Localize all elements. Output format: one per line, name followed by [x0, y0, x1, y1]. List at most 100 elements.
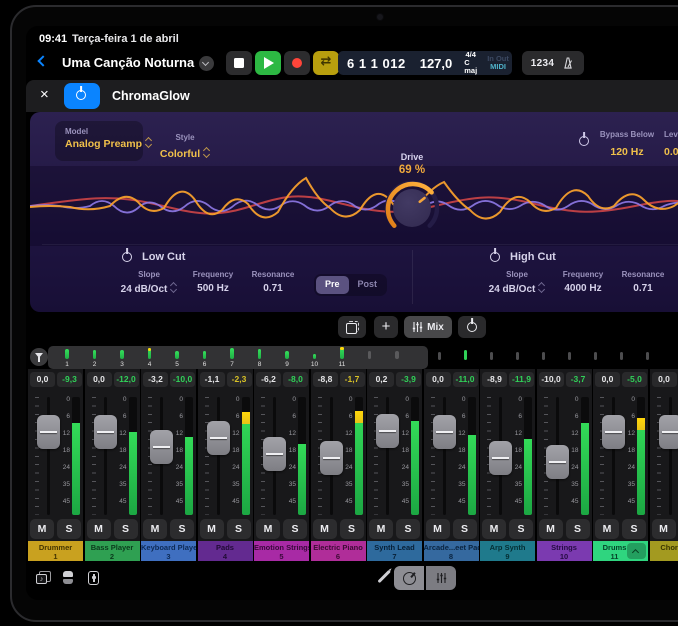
- knob-view-button[interactable]: [394, 566, 424, 590]
- volume-value[interactable]: -8,9: [482, 372, 507, 387]
- metronome-icon[interactable]: [561, 56, 575, 70]
- peak-level-value[interactable]: -8,0: [283, 372, 308, 387]
- song-title[interactable]: Uma Canção Noturna: [62, 55, 194, 70]
- fader-handle[interactable]: [489, 441, 512, 475]
- stop-button[interactable]: [226, 51, 252, 75]
- mixer-channel[interactable]: 0,0 -5,0 061218243545 M S Drums 11: [593, 369, 648, 561]
- collapse-chevron-icon[interactable]: [627, 543, 646, 559]
- channel-strip-icon[interactable]: [88, 571, 99, 585]
- mute-button[interactable]: M: [652, 519, 676, 539]
- mixer-channel[interactable]: -10,0 -3,7 061218243545 M S Strings 10: [537, 369, 592, 561]
- mixer-channel[interactable]: -8,9 -11,9 061218243545 M S Arp Synth 9: [480, 369, 535, 561]
- pencil-icon[interactable]: [377, 570, 390, 583]
- level-control[interactable]: Level 0.0: [664, 124, 678, 158]
- record-button[interactable]: [284, 51, 310, 75]
- volume-value[interactable]: 0,0: [652, 372, 677, 387]
- mute-button[interactable]: M: [313, 519, 337, 539]
- solo-button[interactable]: S: [396, 519, 420, 539]
- mixer-channel[interactable]: 0,0 061218243545 M S Chorus V: [650, 369, 678, 561]
- drive-knob[interactable]: [382, 178, 442, 238]
- mixer-power-button[interactable]: [458, 316, 486, 338]
- play-button[interactable]: [255, 51, 281, 75]
- fader-handle[interactable]: [376, 414, 399, 448]
- overview-channel[interactable]: [516, 352, 519, 360]
- overview-channel[interactable]: 4: [137, 346, 163, 369]
- style-selector[interactable]: Style Colorful: [150, 127, 220, 160]
- count-in-button[interactable]: 1234: [531, 58, 554, 69]
- fader-handle[interactable]: [37, 415, 60, 449]
- peak-level-value[interactable]: -2,3: [227, 372, 252, 387]
- overview-channel[interactable]: 1: [54, 346, 80, 369]
- track-name-bar[interactable]: Drummer 1: [28, 541, 83, 561]
- overview-channel[interactable]: [620, 352, 623, 360]
- mix-view-button[interactable]: Mix: [404, 316, 452, 338]
- overview-channel[interactable]: 2: [82, 346, 108, 369]
- solo-button[interactable]: S: [227, 519, 251, 539]
- back-chevron-icon[interactable]: [37, 55, 48, 66]
- solo-button[interactable]: S: [453, 519, 477, 539]
- track-name-bar[interactable]: Pads 4: [198, 541, 253, 561]
- peak-level-value[interactable]: -9,3: [57, 372, 82, 387]
- volume-value[interactable]: 0,0: [595, 372, 620, 387]
- peak-level-value[interactable]: -3,7: [566, 372, 591, 387]
- overview-channel[interactable]: 3: [109, 346, 135, 369]
- pre-button[interactable]: Pre: [316, 276, 349, 294]
- peak-level-value[interactable]: -10,0: [170, 372, 195, 387]
- low-cut-power-icon[interactable]: [122, 252, 132, 262]
- mute-button[interactable]: M: [482, 519, 506, 539]
- fader-handle[interactable]: [94, 415, 117, 449]
- mixer-channel[interactable]: 0,0 -9,3 061218243545 M S Drummer 1: [28, 369, 83, 561]
- solo-button[interactable]: S: [283, 519, 307, 539]
- mute-button[interactable]: M: [256, 519, 280, 539]
- count-in-metronome-group[interactable]: 1234: [522, 51, 584, 75]
- mixer-channel[interactable]: 0,0 -12,0 061218243545 M S Bass Player 2: [85, 369, 140, 561]
- close-plugin-icon[interactable]: ×: [40, 86, 49, 103]
- overview-channel[interactable]: 10: [302, 346, 328, 369]
- mute-button[interactable]: M: [143, 519, 167, 539]
- overview-window[interactable]: 1234567891011: [48, 346, 428, 369]
- add-track-button[interactable]: +: [374, 316, 398, 338]
- solo-button[interactable]: S: [57, 519, 81, 539]
- fader-handle[interactable]: [659, 415, 678, 449]
- volume-value[interactable]: 0,0: [30, 372, 55, 387]
- overview-channel[interactable]: 11: [329, 346, 355, 369]
- bypass-below-control[interactable]: Bypass Below 120 Hz: [596, 124, 658, 158]
- solo-button[interactable]: S: [170, 519, 194, 539]
- duplicate-button[interactable]: [338, 316, 366, 338]
- overview-channel[interactable]: 8: [247, 346, 273, 369]
- track-name-bar[interactable]: Bass Player 2: [85, 541, 140, 561]
- peak-level-value[interactable]: -11,9: [509, 372, 534, 387]
- peak-level-value[interactable]: -11,0: [453, 372, 478, 387]
- overview-channel[interactable]: [438, 352, 441, 360]
- solo-button[interactable]: S: [566, 519, 590, 539]
- mixer-channel[interactable]: -1,1 -2,3 061218243545 M S Pads 4: [198, 369, 253, 561]
- high-cut-slope[interactable]: Slope 24 dB/Oct: [482, 270, 552, 295]
- overview-channel[interactable]: 7: [219, 346, 245, 369]
- overview-channel[interactable]: 6: [192, 346, 218, 369]
- overview-channel[interactable]: [542, 352, 545, 360]
- overview-channel[interactable]: [646, 352, 649, 360]
- overview-channel[interactable]: [568, 352, 571, 360]
- cycle-button[interactable]: ⇄: [313, 51, 339, 75]
- track-name-bar[interactable]: Arp Synth 9: [480, 541, 535, 561]
- post-button[interactable]: Post: [350, 276, 386, 294]
- track-name-bar[interactable]: Keyboard Player 3: [141, 541, 196, 561]
- fader-handle[interactable]: [263, 437, 286, 471]
- volume-value[interactable]: -3,2: [143, 372, 168, 387]
- bypass-power-icon[interactable]: [579, 136, 589, 146]
- solo-button[interactable]: S: [622, 519, 646, 539]
- overview-channel[interactable]: 5: [164, 346, 190, 369]
- peak-level-value[interactable]: -5,0: [622, 372, 647, 387]
- mute-button[interactable]: M: [30, 519, 54, 539]
- fader-view-button[interactable]: [426, 566, 456, 590]
- mixer-channel[interactable]: -3,2 -10,0 061218243545 M S Keyboard Pla…: [141, 369, 196, 561]
- mixer-channel[interactable]: 0,2 -3,9 061218243545 M S Synth Lead 7: [367, 369, 422, 561]
- mute-button[interactable]: M: [595, 519, 619, 539]
- mute-button[interactable]: M: [200, 519, 224, 539]
- volume-value[interactable]: 0,0: [426, 372, 451, 387]
- solo-button[interactable]: S: [114, 519, 138, 539]
- volume-value[interactable]: -10,0: [539, 372, 564, 387]
- overview-channel[interactable]: [357, 346, 383, 369]
- high-cut-power-icon[interactable]: [490, 252, 500, 262]
- fader-handle[interactable]: [602, 415, 625, 449]
